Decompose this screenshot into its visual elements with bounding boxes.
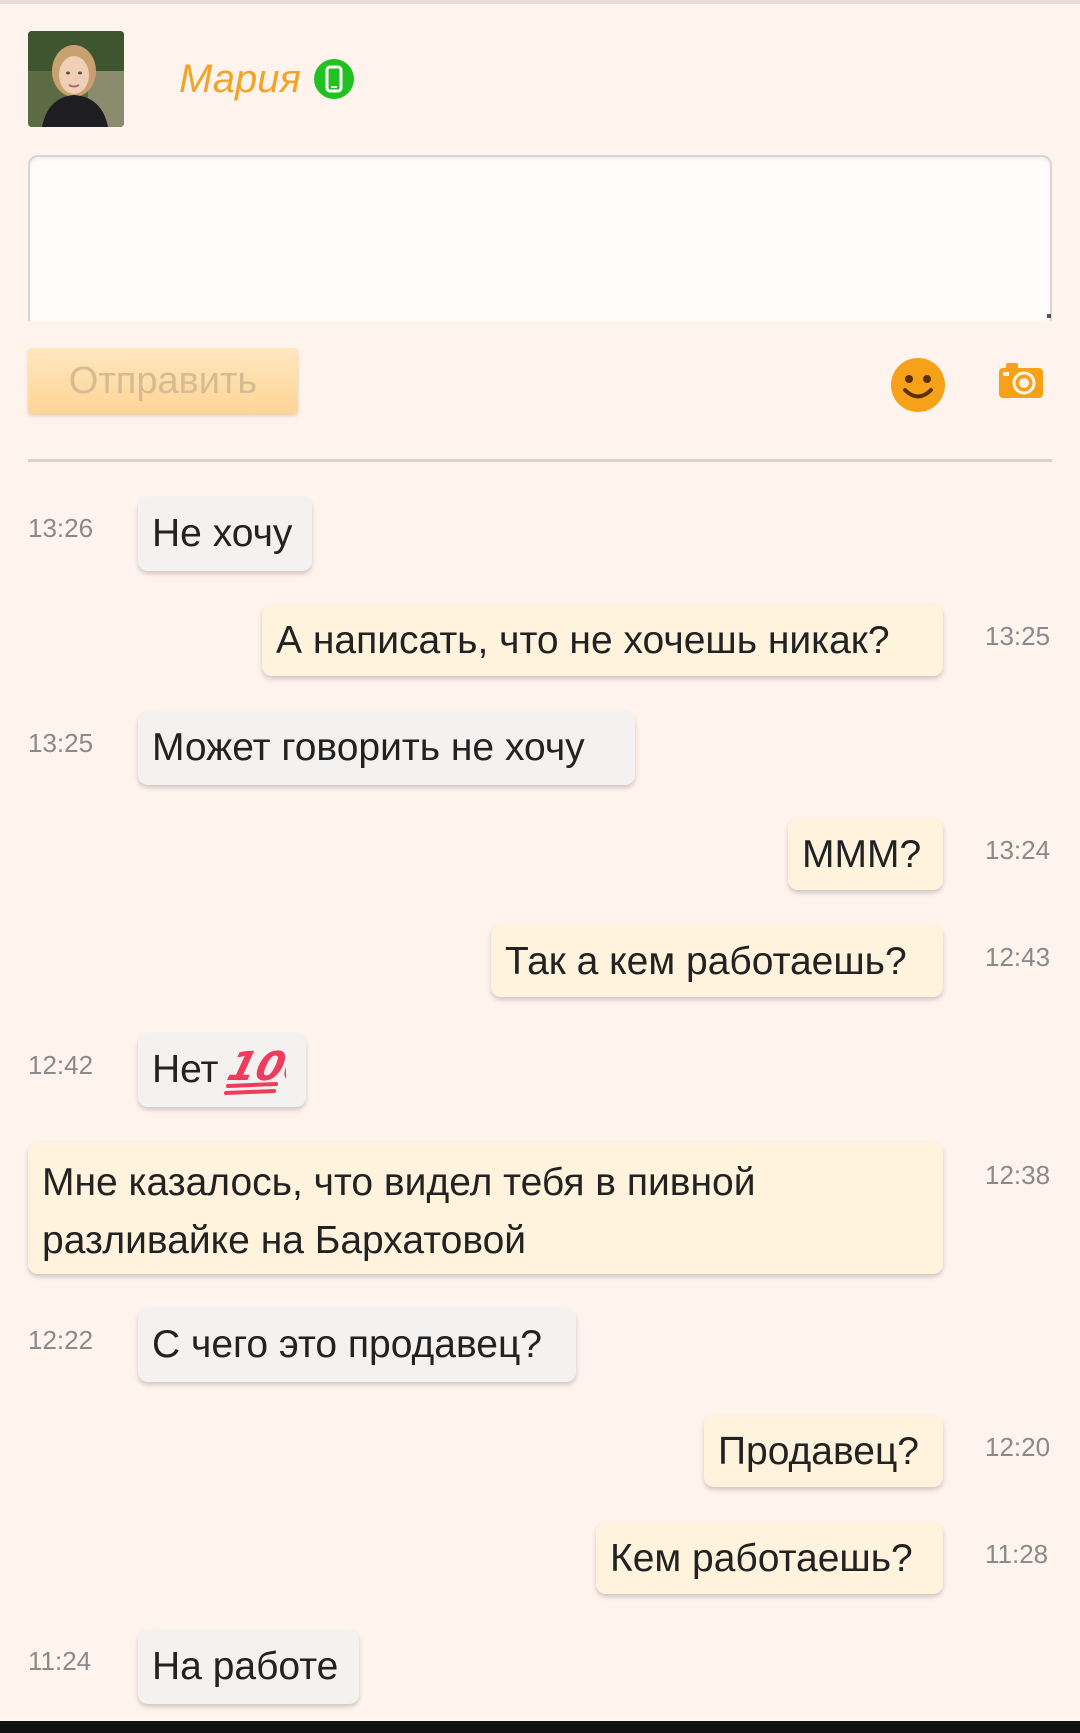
message-bubble-outgoing[interactable]: А написать, что не хочешь никак?	[262, 604, 943, 676]
hundred-points-emoji: 100	[223, 1040, 319, 1096]
message-time: 11:28	[985, 1539, 1049, 1569]
message-text: Нет	[152, 1048, 219, 1091]
separator	[28, 459, 1052, 462]
message-input[interactable]	[28, 155, 1052, 321]
message-bubble-outgoing[interactable]: Так а кем работаешь?	[491, 925, 943, 997]
contact-name[interactable]: Мария	[179, 57, 301, 102]
message-bubble-outgoing[interactable]: Продавец?	[704, 1415, 943, 1487]
message-bubble-incoming[interactable]: Может говорить не хочу	[138, 711, 635, 785]
camera-icon[interactable]	[998, 361, 1044, 399]
message-time: 13:26	[28, 513, 94, 543]
message-time: 13:25	[985, 621, 1051, 651]
message-time: 13:25	[28, 728, 94, 758]
message-bubble-incoming[interactable]: На работе	[138, 1630, 359, 1704]
message-time: 12:20	[985, 1432, 1051, 1462]
message-bubble-outgoing[interactable]: МММ?	[788, 818, 943, 890]
message-time: 11:24	[28, 1646, 92, 1676]
message-bubble-incoming[interactable]: Нет 100	[138, 1033, 319, 1107]
message-bubble-outgoing[interactable]: Мне казалось, что видел тебя в пивной ра…	[28, 1142, 943, 1274]
message-time: 12:42	[28, 1050, 94, 1080]
message-time: 12:22	[28, 1325, 94, 1355]
send-button[interactable]: Отправить	[28, 348, 298, 414]
message-bubble-outgoing[interactable]: Кем работаешь?	[596, 1522, 943, 1594]
avatar[interactable]	[28, 31, 124, 127]
message-time: 12:43	[985, 942, 1051, 972]
message-time: 12:38	[985, 1160, 1051, 1190]
textarea-resize-handle[interactable]	[1047, 314, 1051, 318]
message-time: 13:24	[985, 835, 1051, 865]
smile-icon[interactable]	[890, 357, 946, 413]
top-divider	[0, 0, 1080, 4]
mobile-online-icon	[313, 58, 355, 100]
message-bubble-incoming[interactable]: Не хочу	[138, 497, 312, 571]
chat-header: Мария	[28, 31, 355, 127]
message-bubble-incoming[interactable]: С чего это продавец?	[138, 1308, 576, 1382]
bottom-bar	[0, 1721, 1080, 1733]
